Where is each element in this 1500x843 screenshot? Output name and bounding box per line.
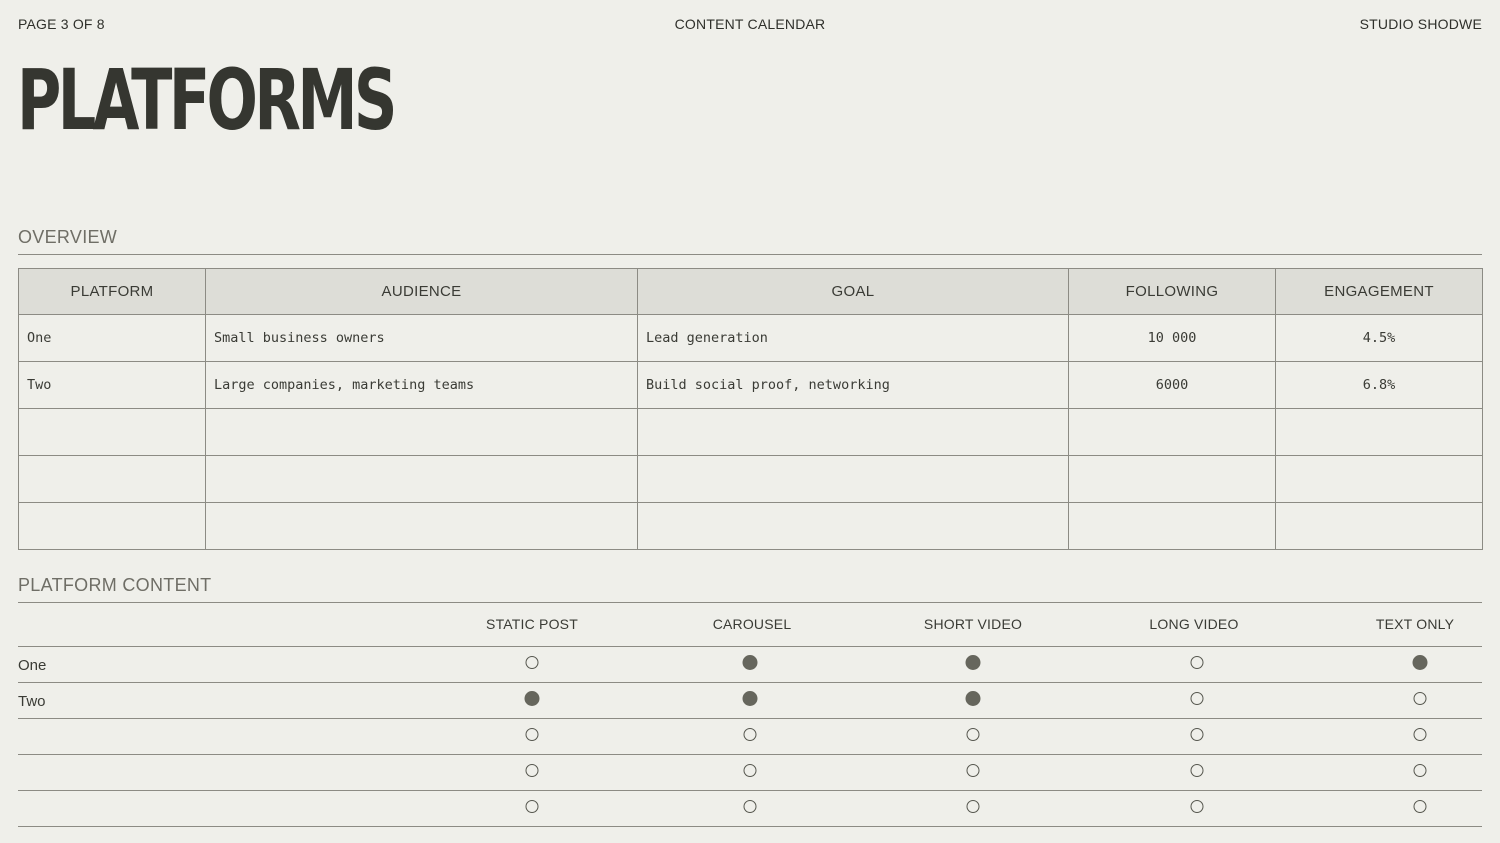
short-video-radio-unchecked[interactable] (966, 800, 980, 813)
carousel-radio-unchecked[interactable] (743, 800, 757, 813)
text-only-radio-checked[interactable] (1412, 655, 1428, 670)
long-video-radio-unchecked[interactable] (1190, 692, 1204, 705)
cell-audience[interactable] (205, 455, 638, 503)
text-only-radio-unchecked[interactable] (1413, 764, 1427, 777)
short-video-radio-checked[interactable] (965, 691, 981, 706)
text-only-radio-unchecked[interactable] (1413, 692, 1427, 705)
cell-platform[interactable]: Two (18, 361, 206, 409)
platform-content-header-row: STATIC POST CAROUSEL SHORT VIDEO LONG VI… (18, 602, 1482, 647)
static-post-radio-unchecked[interactable] (525, 764, 539, 777)
col-header-carousel: CAROUSEL (712, 616, 792, 632)
col-header-following: FOLLOWING (1068, 268, 1276, 315)
cell-audience[interactable] (205, 408, 638, 456)
platform-content-section-heading: PLATFORM CONTENT (18, 575, 1482, 603)
short-video-radio-unchecked[interactable] (966, 764, 980, 777)
col-header-engagement: ENGAGEMENT (1275, 268, 1483, 315)
platform-content-row: Two (18, 683, 1482, 719)
static-post-radio-unchecked[interactable] (525, 728, 539, 741)
long-video-radio-unchecked[interactable] (1190, 800, 1204, 813)
long-video-radio-unchecked[interactable] (1190, 728, 1204, 741)
short-video-radio-unchecked[interactable] (966, 728, 980, 741)
platform-content-row (18, 791, 1482, 827)
table-row (18, 408, 1483, 456)
platform-content-heading-label: PLATFORM CONTENT (18, 575, 212, 595)
col-header-long-video: LONG VIDEO (1149, 616, 1239, 632)
cell-goal[interactable] (637, 455, 1069, 503)
cell-goal[interactable] (637, 408, 1069, 456)
table-row: Two Large companies, marketing teams Bui… (18, 361, 1483, 409)
carousel-radio-unchecked[interactable] (743, 764, 757, 777)
col-header-text-only: TEXT ONLY (1375, 616, 1455, 632)
cell-following[interactable] (1068, 502, 1276, 550)
platform-content-row (18, 755, 1482, 791)
short-video-radio-checked[interactable] (965, 655, 981, 670)
long-video-radio-unchecked[interactable] (1190, 764, 1204, 777)
static-post-radio-checked[interactable] (524, 691, 540, 706)
cell-goal[interactable]: Build social proof, networking (637, 361, 1069, 409)
cell-audience[interactable] (205, 502, 638, 550)
carousel-radio-checked[interactable] (742, 655, 758, 670)
platform-content-row: One (18, 647, 1482, 683)
row-platform-label: Two (18, 693, 46, 710)
cell-platform[interactable] (18, 408, 206, 456)
cell-engagement[interactable]: 6.8% (1275, 361, 1483, 409)
col-header-audience: AUDIENCE (205, 268, 638, 315)
cell-platform[interactable] (18, 502, 206, 550)
platform-content-row (18, 719, 1482, 755)
text-only-radio-unchecked[interactable] (1413, 728, 1427, 741)
col-header-static-post: STATIC POST (486, 616, 578, 632)
document-header-title: CONTENT CALENDAR (674, 16, 826, 32)
carousel-radio-unchecked[interactable] (743, 728, 757, 741)
cell-audience[interactable]: Large companies, marketing teams (205, 361, 638, 409)
overview-header-row: PLATFORM AUDIENCE GOAL FOLLOWING ENGAGEM… (18, 268, 1483, 315)
cell-platform[interactable] (18, 455, 206, 503)
platform-content-grid: STATIC POST CAROUSEL SHORT VIDEO LONG VI… (18, 602, 1482, 827)
brand-name: STUDIO SHODWE (1359, 16, 1482, 32)
cell-audience[interactable]: Small business owners (205, 314, 638, 362)
overview-section-heading: OVERVIEW (18, 227, 1482, 255)
row-platform-label: One (18, 657, 47, 674)
col-header-short-video: SHORT VIDEO (923, 616, 1023, 632)
overview-heading-label: OVERVIEW (18, 227, 118, 247)
table-row (18, 502, 1483, 550)
cell-following[interactable]: 10 000 (1068, 314, 1276, 362)
carousel-radio-checked[interactable] (742, 691, 758, 706)
cell-goal[interactable] (637, 502, 1069, 550)
col-header-platform: PLATFORM (18, 268, 206, 315)
overview-table: PLATFORM AUDIENCE GOAL FOLLOWING ENGAGEM… (18, 268, 1483, 550)
page-title: PLATFORMS (17, 51, 397, 149)
cell-engagement[interactable] (1275, 455, 1483, 503)
table-row: One Small business owners Lead generatio… (18, 314, 1483, 362)
cell-platform[interactable]: One (18, 314, 206, 362)
static-post-radio-unchecked[interactable] (525, 800, 539, 813)
col-header-goal: GOAL (637, 268, 1069, 315)
cell-goal[interactable]: Lead generation (637, 314, 1069, 362)
cell-following[interactable]: 6000 (1068, 361, 1276, 409)
cell-engagement[interactable] (1275, 408, 1483, 456)
cell-following[interactable] (1068, 455, 1276, 503)
text-only-radio-unchecked[interactable] (1413, 800, 1427, 813)
cell-engagement[interactable] (1275, 502, 1483, 550)
table-row (18, 455, 1483, 503)
long-video-radio-unchecked[interactable] (1190, 656, 1204, 669)
cell-engagement[interactable]: 4.5% (1275, 314, 1483, 362)
cell-following[interactable] (1068, 408, 1276, 456)
static-post-radio-unchecked[interactable] (525, 656, 539, 669)
